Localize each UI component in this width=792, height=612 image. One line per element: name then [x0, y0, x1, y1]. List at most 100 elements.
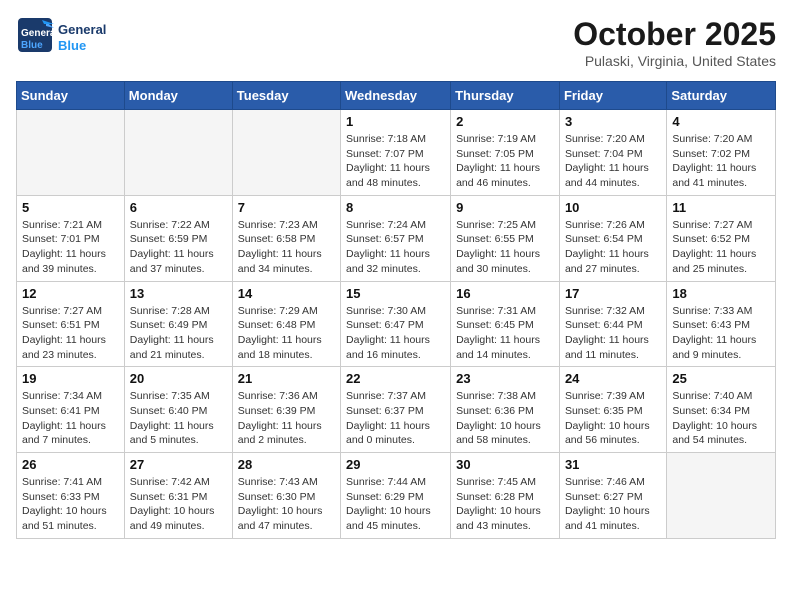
calendar-cell: 6 Sunrise: 7:22 AMSunset: 6:59 PMDaylight… — [124, 195, 232, 281]
calendar-cell: 11 Sunrise: 7:27 AMSunset: 6:52 PMDayligh… — [667, 195, 776, 281]
day-info: Sunrise: 7:23 AMSunset: 6:58 PMDaylight:… — [238, 218, 335, 277]
day-number: 13 — [130, 286, 227, 301]
calendar-cell: 15 Sunrise: 7:30 AMSunset: 6:47 PMDayligh… — [341, 281, 451, 367]
day-number: 2 — [456, 114, 554, 129]
day-info: Sunrise: 7:36 AMSunset: 6:39 PMDaylight:… — [238, 389, 335, 448]
day-number: 15 — [346, 286, 445, 301]
day-number: 7 — [238, 200, 335, 215]
day-info: Sunrise: 7:30 AMSunset: 6:47 PMDaylight:… — [346, 304, 445, 363]
day-info: Sunrise: 7:29 AMSunset: 6:48 PMDaylight:… — [238, 304, 335, 363]
day-number: 25 — [672, 371, 770, 386]
week-row: 1 Sunrise: 7:18 AMSunset: 7:07 PMDaylight… — [17, 110, 776, 196]
day-info: Sunrise: 7:26 AMSunset: 6:54 PMDaylight:… — [565, 218, 661, 277]
calendar-cell: 14 Sunrise: 7:29 AMSunset: 6:48 PMDayligh… — [232, 281, 340, 367]
calendar-cell: 23 Sunrise: 7:38 AMSunset: 6:36 PMDayligh… — [451, 367, 560, 453]
calendar-cell: 16 Sunrise: 7:31 AMSunset: 6:45 PMDayligh… — [451, 281, 560, 367]
week-row: 19 Sunrise: 7:34 AMSunset: 6:41 PMDayligh… — [17, 367, 776, 453]
calendar-cell: 7 Sunrise: 7:23 AMSunset: 6:58 PMDaylight… — [232, 195, 340, 281]
week-row: 5 Sunrise: 7:21 AMSunset: 7:01 PMDaylight… — [17, 195, 776, 281]
calendar-cell: 9 Sunrise: 7:25 AMSunset: 6:55 PMDaylight… — [451, 195, 560, 281]
day-info: Sunrise: 7:37 AMSunset: 6:37 PMDaylight:… — [346, 389, 445, 448]
logo: General Blue General Blue — [16, 16, 106, 59]
svg-text:Blue: Blue — [21, 40, 43, 51]
day-info: Sunrise: 7:44 AMSunset: 6:29 PMDaylight:… — [346, 475, 445, 534]
day-info: Sunrise: 7:39 AMSunset: 6:35 PMDaylight:… — [565, 389, 661, 448]
day-info: Sunrise: 7:28 AMSunset: 6:49 PMDaylight:… — [130, 304, 227, 363]
day-number: 29 — [346, 457, 445, 472]
day-info: Sunrise: 7:18 AMSunset: 7:07 PMDaylight:… — [346, 132, 445, 191]
calendar-cell: 22 Sunrise: 7:37 AMSunset: 6:37 PMDayligh… — [341, 367, 451, 453]
calendar-cell: 29 Sunrise: 7:44 AMSunset: 6:29 PMDayligh… — [341, 453, 451, 539]
day-number: 31 — [565, 457, 661, 472]
weekday-header-row: SundayMondayTuesdayWednesdayThursdayFrid… — [17, 82, 776, 110]
day-number: 9 — [456, 200, 554, 215]
logo-blue: Blue — [58, 38, 106, 54]
day-number: 17 — [565, 286, 661, 301]
day-number: 20 — [130, 371, 227, 386]
weekday-header: Friday — [559, 82, 666, 110]
day-number: 26 — [22, 457, 119, 472]
page-header: General Blue General Blue October 2025 P… — [16, 16, 776, 69]
calendar-table: SundayMondayTuesdayWednesdayThursdayFrid… — [16, 81, 776, 539]
calendar-cell: 20Sunrise: 7:35 AMSunset: 6:40 PMDayligh… — [124, 367, 232, 453]
day-info: Sunrise: 7:34 AMSunset: 6:41 PMDaylight:… — [22, 389, 119, 448]
calendar-cell: 24 Sunrise: 7:39 AMSunset: 6:35 PMDayligh… — [559, 367, 666, 453]
weekday-header: Monday — [124, 82, 232, 110]
logo-icon: General Blue — [16, 16, 54, 54]
calendar-cell: 5 Sunrise: 7:21 AMSunset: 7:01 PMDaylight… — [17, 195, 125, 281]
calendar-cell — [124, 110, 232, 196]
calendar-cell: 21Sunrise: 7:36 AMSunset: 6:39 PMDayligh… — [232, 367, 340, 453]
day-number: 8 — [346, 200, 445, 215]
day-info: Sunrise: 7:33 AMSunset: 6:43 PMDaylight:… — [672, 304, 770, 363]
calendar-cell: 2Sunrise: 7:19 AMSunset: 7:05 PMDaylight… — [451, 110, 560, 196]
calendar-cell: 18 Sunrise: 7:33 AMSunset: 6:43 PMDayligh… — [667, 281, 776, 367]
day-number: 27 — [130, 457, 227, 472]
day-info: Sunrise: 7:24 AMSunset: 6:57 PMDaylight:… — [346, 218, 445, 277]
calendar-cell: 26 Sunrise: 7:41 AMSunset: 6:33 PMDayligh… — [17, 453, 125, 539]
calendar-cell — [232, 110, 340, 196]
day-info: Sunrise: 7:41 AMSunset: 6:33 PMDaylight:… — [22, 475, 119, 534]
calendar-cell: 25 Sunrise: 7:40 AMSunset: 6:34 PMDayligh… — [667, 367, 776, 453]
day-number: 23 — [456, 371, 554, 386]
location: Pulaski, Virginia, United States — [573, 53, 776, 69]
calendar-cell: 10 Sunrise: 7:26 AMSunset: 6:54 PMDayligh… — [559, 195, 666, 281]
day-number: 16 — [456, 286, 554, 301]
calendar-cell: 30Sunrise: 7:45 AMSunset: 6:28 PMDayligh… — [451, 453, 560, 539]
day-number: 1 — [346, 114, 445, 129]
day-number: 24 — [565, 371, 661, 386]
day-number: 3 — [565, 114, 661, 129]
day-number: 12 — [22, 286, 119, 301]
day-number: 4 — [672, 114, 770, 129]
day-info: Sunrise: 7:21 AMSunset: 7:01 PMDaylight:… — [22, 218, 119, 277]
day-number: 19 — [22, 371, 119, 386]
day-info: Sunrise: 7:27 AMSunset: 6:52 PMDaylight:… — [672, 218, 770, 277]
calendar-cell: 31Sunrise: 7:46 AMSunset: 6:27 PMDayligh… — [559, 453, 666, 539]
weekday-header: Sunday — [17, 82, 125, 110]
day-number: 18 — [672, 286, 770, 301]
weekday-header: Thursday — [451, 82, 560, 110]
day-info: Sunrise: 7:42 AMSunset: 6:31 PMDaylight:… — [130, 475, 227, 534]
calendar-cell: 4Sunrise: 7:20 AMSunset: 7:02 PMDaylight… — [667, 110, 776, 196]
calendar-cell: 13 Sunrise: 7:28 AMSunset: 6:49 PMDayligh… — [124, 281, 232, 367]
day-number: 14 — [238, 286, 335, 301]
weekday-header: Saturday — [667, 82, 776, 110]
calendar-cell: 27 Sunrise: 7:42 AMSunset: 6:31 PMDayligh… — [124, 453, 232, 539]
calendar-cell — [667, 453, 776, 539]
day-number: 10 — [565, 200, 661, 215]
day-info: Sunrise: 7:31 AMSunset: 6:45 PMDaylight:… — [456, 304, 554, 363]
calendar-cell — [17, 110, 125, 196]
logo-general: General — [58, 22, 106, 38]
title-block: October 2025 Pulaski, Virginia, United S… — [573, 16, 776, 69]
calendar-cell: 17Sunrise: 7:32 AMSunset: 6:44 PMDayligh… — [559, 281, 666, 367]
day-number: 11 — [672, 200, 770, 215]
day-number: 6 — [130, 200, 227, 215]
calendar-cell: 19 Sunrise: 7:34 AMSunset: 6:41 PMDayligh… — [17, 367, 125, 453]
day-info: Sunrise: 7:40 AMSunset: 6:34 PMDaylight:… — [672, 389, 770, 448]
day-number: 5 — [22, 200, 119, 215]
day-info: Sunrise: 7:20 AMSunset: 7:04 PMDaylight:… — [565, 132, 661, 191]
day-info: Sunrise: 7:22 AMSunset: 6:59 PMDaylight:… — [130, 218, 227, 277]
day-number: 22 — [346, 371, 445, 386]
calendar-cell: 1 Sunrise: 7:18 AMSunset: 7:07 PMDaylight… — [341, 110, 451, 196]
day-info: Sunrise: 7:25 AMSunset: 6:55 PMDaylight:… — [456, 218, 554, 277]
day-info: Sunrise: 7:38 AMSunset: 6:36 PMDaylight:… — [456, 389, 554, 448]
